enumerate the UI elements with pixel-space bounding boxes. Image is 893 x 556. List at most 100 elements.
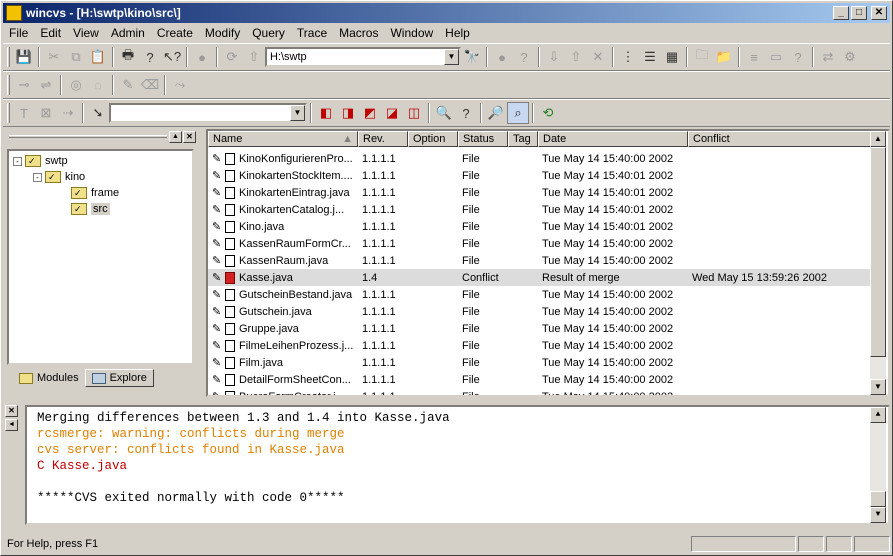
release-icon[interactable]: ⤳	[169, 74, 191, 96]
merge-file-icon[interactable]: ⇢	[57, 102, 79, 124]
flat-view-icon[interactable]: ☰	[639, 46, 661, 68]
table-row[interactable]: ✎ Gutschein.java 1.1.1.1 File Tue May 14 15:…	[208, 303, 873, 320]
tree-node-swtp[interactable]: - ✓ swtp	[13, 153, 68, 169]
chevron-down-icon[interactable]: ▼	[290, 105, 305, 121]
unknown-icon[interactable]: ?	[787, 46, 809, 68]
output-console[interactable]: Merging differences between 1.3 and 1.4 …	[25, 405, 890, 525]
key-icon[interactable]: ⊸	[13, 74, 35, 96]
tree-node-frame[interactable]: ✓ frame	[71, 185, 119, 201]
reload-icon[interactable]: ⟲	[537, 102, 559, 124]
filter-icon[interactable]: ≡	[743, 46, 765, 68]
menu-edit[interactable]: Edit	[34, 26, 67, 40]
table-row[interactable]: ✎ FilmeLeihenProzess.j... 1.1.1.1 File Tue M…	[208, 337, 873, 354]
table-row[interactable]: ✎ KinokartenStockItem.... 1.1.1.1 File Tue M…	[208, 167, 873, 184]
unedit-icon[interactable]: ⌫	[139, 74, 161, 96]
table-row[interactable]: ✎ Gruppe.java 1.1.1.1 File Tue May 14 15:40:…	[208, 320, 873, 337]
settings-icon[interactable]: ⚙	[839, 46, 861, 68]
search-icon[interactable]: 🔍	[433, 102, 455, 124]
folder-up-icon[interactable]: 📁	[713, 46, 735, 68]
table-row[interactable]: ✎ GutscheinBestand.java 1.1.1.1 File Tue May…	[208, 286, 873, 303]
minimize-button[interactable]: _	[833, 6, 849, 20]
output-scrollbar[interactable]: ▲ ▼	[870, 407, 886, 523]
chevron-down-icon[interactable]: ▼	[444, 49, 459, 65]
menu-trace[interactable]: Trace	[291, 26, 333, 40]
refresh-icon[interactable]: ⟳	[221, 46, 243, 68]
table-row[interactable]: ✎ Film.java 1.1.1.1 File Tue May 14 15:40:00…	[208, 354, 873, 371]
menu-admin[interactable]: Admin	[105, 26, 151, 40]
table-row[interactable]: ✎ DetailFormSheetCon... 1.1.1.1 File Tue May…	[208, 371, 873, 388]
file-list-scrollbar[interactable]: ▲ ▼	[870, 131, 886, 395]
status-icon[interactable]: ◩	[359, 102, 381, 124]
scroll-thumb[interactable]	[870, 491, 886, 507]
explore-icon[interactable]: 🔎	[485, 102, 507, 124]
close-button[interactable]: ✕	[871, 6, 887, 20]
wincvs-app-icon[interactable]	[6, 5, 22, 21]
menu-query[interactable]: Query	[246, 26, 291, 40]
output-collapse-button[interactable]: ◄	[5, 419, 18, 431]
pane-collapse-button[interactable]: ▲	[169, 131, 182, 143]
menu-macros[interactable]: Macros	[333, 26, 384, 40]
log-icon[interactable]: ◨	[337, 102, 359, 124]
toolbar-grip[interactable]	[7, 75, 10, 95]
context-help-icon[interactable]: ↖?	[161, 46, 183, 68]
module-tree[interactable]: - ✓ swtp - ✓ kino ✓ frame ✓ src	[7, 149, 194, 365]
text-file-icon[interactable]: T	[13, 102, 35, 124]
menu-help[interactable]: Help	[439, 26, 476, 40]
tree-node-src[interactable]: ✓ src	[71, 201, 110, 217]
pane-grip[interactable]	[9, 135, 167, 138]
ignore-icon[interactable]: ▭	[765, 46, 787, 68]
scroll-up-icon[interactable]: ▲	[870, 131, 886, 147]
browse-folder-icon[interactable]: 🔭	[461, 46, 483, 68]
table-row[interactable]: ✎ KassenRaum.java 1.1.1.1 File Tue May 14 15…	[208, 252, 873, 269]
menu-file[interactable]: File	[3, 26, 34, 40]
tab-modules[interactable]: Modules	[13, 369, 85, 387]
print-icon[interactable]: 🖶	[117, 46, 139, 68]
column-header-status[interactable]: Status	[458, 131, 508, 147]
scroll-down-icon[interactable]: ▼	[870, 379, 886, 395]
paste-icon[interactable]: 📋	[87, 46, 109, 68]
watch-icon[interactable]: ◎	[65, 74, 87, 96]
copy-icon[interactable]: ⧉	[65, 46, 87, 68]
toolbar-grip[interactable]	[7, 103, 10, 123]
search-help-icon[interactable]: ?	[455, 102, 477, 124]
collapse-icon[interactable]: -	[13, 156, 22, 166]
open-folder-icon[interactable]: 🗀	[691, 46, 713, 68]
menu-modify[interactable]: Modify	[199, 26, 246, 40]
stop-icon[interactable]: ●	[191, 46, 213, 68]
cursor-arrow-icon[interactable]: ➘	[87, 102, 109, 124]
file-list[interactable]: Name ▲ Rev. Option Status Tag Date Confli…	[206, 129, 890, 397]
unwatch-icon[interactable]: ◌	[87, 74, 109, 96]
query-icon[interactable]: ?	[513, 46, 535, 68]
browse-location-combo[interactable]: H:\swtp ▼	[265, 47, 461, 67]
menu-create[interactable]: Create	[151, 26, 199, 40]
edit-icon[interactable]: ✎	[117, 74, 139, 96]
stop-command-icon[interactable]: ●	[491, 46, 513, 68]
toolbar-grip[interactable]	[7, 47, 10, 67]
tree-view-icon[interactable]: ⋮	[617, 46, 639, 68]
modified-icon[interactable]: ⇄	[817, 46, 839, 68]
graph-icon[interactable]: ◫	[403, 102, 425, 124]
scroll-up-icon[interactable]: ▲	[870, 407, 886, 423]
table-row[interactable]: ✎ Kino.java 1.1.1.1 File Tue May 14 15:40:01…	[208, 218, 873, 235]
branch-icon[interactable]: ⇌	[35, 74, 57, 96]
table-row[interactable]: ✎ KinokartenCatalog.j... 1.1.1.1 File Tue Ma…	[208, 201, 873, 218]
column-header-name[interactable]: Name ▲	[208, 131, 358, 147]
tab-explore[interactable]: Explore	[84, 369, 154, 387]
help-icon[interactable]: ?	[139, 46, 161, 68]
tree-node-kino[interactable]: - ✓ kino	[33, 169, 85, 185]
cut-icon[interactable]: ✂	[43, 46, 65, 68]
tag-filter-combo[interactable]: ▼	[109, 103, 307, 123]
column-header-option[interactable]: Option	[408, 131, 458, 147]
table-row[interactable]: ✎ KinoKonfigurierenPro... 1.1.1.1 File Tue M…	[208, 150, 873, 167]
menu-window[interactable]: Window	[384, 26, 439, 40]
commit-icon[interactable]: ⇧	[565, 46, 587, 68]
update-icon[interactable]: ⇩	[543, 46, 565, 68]
scroll-thumb[interactable]	[870, 147, 886, 357]
table-row[interactable]: ✎ KinokartenEintrag.java 1.1.1.1 File Tue Ma…	[208, 184, 873, 201]
pane-close-button[interactable]: ✕	[183, 131, 196, 143]
column-header-rev[interactable]: Rev.	[358, 131, 408, 147]
remove-icon[interactable]: ✕	[587, 46, 609, 68]
scroll-down-icon[interactable]: ▼	[870, 507, 886, 523]
annotate-icon[interactable]: ◪	[381, 102, 403, 124]
table-row[interactable]: ✎ KassenRaumFormCr... 1.1.1.1 File Tue May 1…	[208, 235, 873, 252]
